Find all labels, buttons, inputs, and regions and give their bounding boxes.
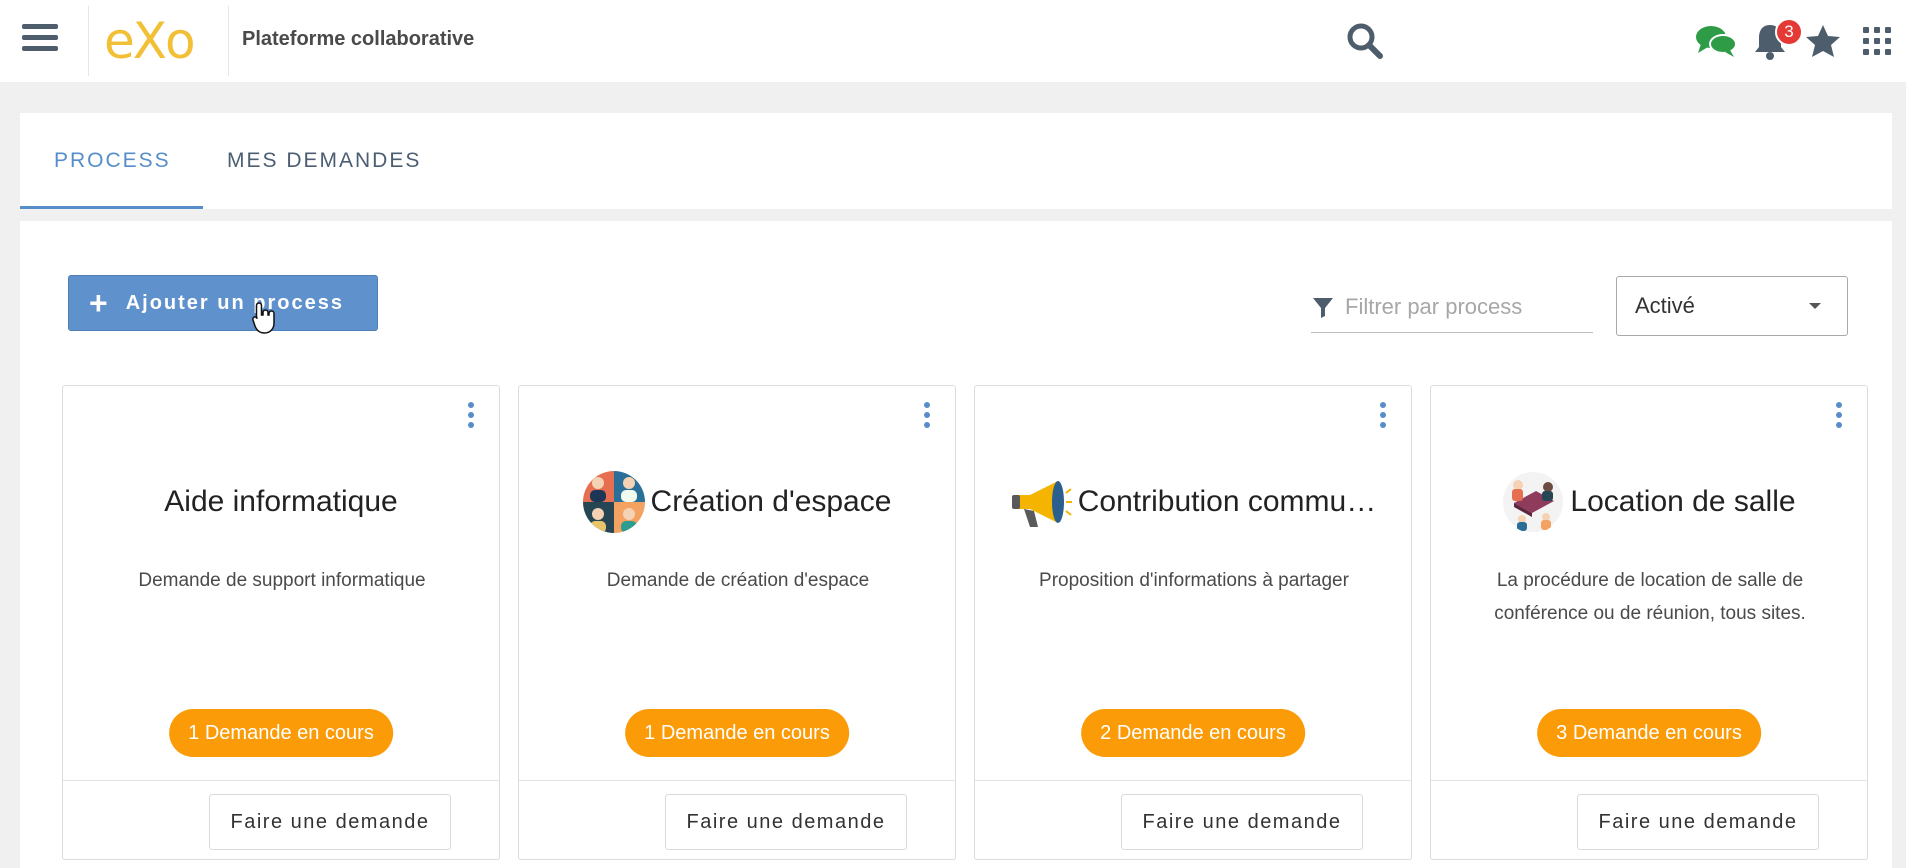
status-select-value: Activé	[1635, 293, 1695, 318]
pending-requests-badge[interactable]: 1 Demande en cours	[169, 709, 393, 757]
pending-requests-badge[interactable]: 2 Demande en cours	[1081, 709, 1305, 757]
card-header: Location de salle	[1431, 466, 1867, 538]
card-footer: Faire une demande	[1431, 780, 1867, 860]
apps-grid-icon[interactable]	[1854, 18, 1900, 64]
hand-cursor-icon	[252, 302, 275, 334]
divider	[88, 6, 89, 76]
card-description: Demande de support informatique	[138, 570, 426, 591]
more-options-icon[interactable]	[1833, 400, 1845, 430]
make-request-button[interactable]: Faire une demande	[665, 794, 907, 850]
active-tab-indicator	[20, 206, 203, 209]
card-header: Aide informatique	[63, 466, 499, 538]
plus-icon: +	[89, 285, 108, 321]
add-process-label: Ajouter un process	[125, 291, 344, 314]
status-select[interactable]: Activé	[1616, 276, 1848, 336]
more-options-icon[interactable]	[1377, 400, 1389, 430]
chat-icon[interactable]	[1693, 18, 1739, 64]
card-footer: Faire une demande	[975, 780, 1411, 860]
people-group-icon	[582, 471, 645, 533]
process-card: Contribution commu… Proposition d'inform…	[974, 385, 1412, 860]
card-header: Création d'espace	[519, 466, 955, 538]
card-description: Proposition d'informations à partager	[1039, 570, 1349, 591]
pending-requests-badge[interactable]: 3 Demande en cours	[1537, 709, 1761, 757]
card-footer: Faire une demande	[519, 780, 955, 860]
card-footer: Faire une demande	[63, 780, 499, 860]
meeting-room-icon	[1502, 471, 1564, 533]
more-options-icon[interactable]	[921, 400, 933, 430]
star-icon[interactable]	[1800, 18, 1846, 64]
process-filter	[1311, 281, 1593, 333]
card-title: Aide informatique	[164, 485, 398, 518]
filter-icon	[1313, 297, 1333, 318]
card-description: Demande de création d'espace	[606, 570, 870, 591]
top-navigation-bar: eXo Plateforme collaborative 3	[0, 0, 1906, 82]
filter-input[interactable]	[1345, 293, 1575, 320]
make-request-button[interactable]: Faire une demande	[1577, 794, 1819, 850]
tab-mes-demandes[interactable]: MES DEMANDES	[227, 113, 421, 209]
process-card: Création d'espace Demande de création d'…	[518, 385, 956, 860]
card-title: Location de salle	[1570, 485, 1796, 518]
menu-icon[interactable]	[22, 24, 58, 56]
chevron-down-icon	[1809, 303, 1821, 309]
tabs-panel: PROCESS MES DEMANDES	[20, 113, 1892, 209]
add-process-button[interactable]: + Ajouter un process	[68, 275, 378, 331]
process-list-panel: + Ajouter un process Activé Aide informa…	[20, 221, 1892, 868]
search-icon[interactable]	[1342, 18, 1388, 64]
divider	[228, 6, 229, 76]
platform-title: Plateforme collaborative	[242, 28, 475, 50]
notification-badge: 3	[1775, 18, 1803, 46]
card-title: Contribution commu…	[1077, 485, 1377, 518]
megaphone-icon	[1010, 471, 1072, 533]
tab-process[interactable]: PROCESS	[54, 113, 171, 209]
card-title: Création d'espace	[650, 485, 892, 518]
pending-requests-badge[interactable]: 1 Demande en cours	[625, 709, 849, 757]
more-options-icon[interactable]	[465, 400, 477, 430]
make-request-button[interactable]: Faire une demande	[209, 794, 451, 850]
process-card: Location de salle La procédure de locati…	[1430, 385, 1868, 860]
process-card: Aide informatique Demande de support inf…	[62, 385, 500, 860]
card-header: Contribution commu…	[975, 466, 1411, 538]
exo-logo[interactable]: eXo	[104, 12, 214, 70]
card-description: La procédure de location de salle de con…	[1494, 570, 1806, 624]
make-request-button[interactable]: Faire une demande	[1121, 794, 1363, 850]
bell-icon[interactable]: 3	[1747, 18, 1803, 64]
